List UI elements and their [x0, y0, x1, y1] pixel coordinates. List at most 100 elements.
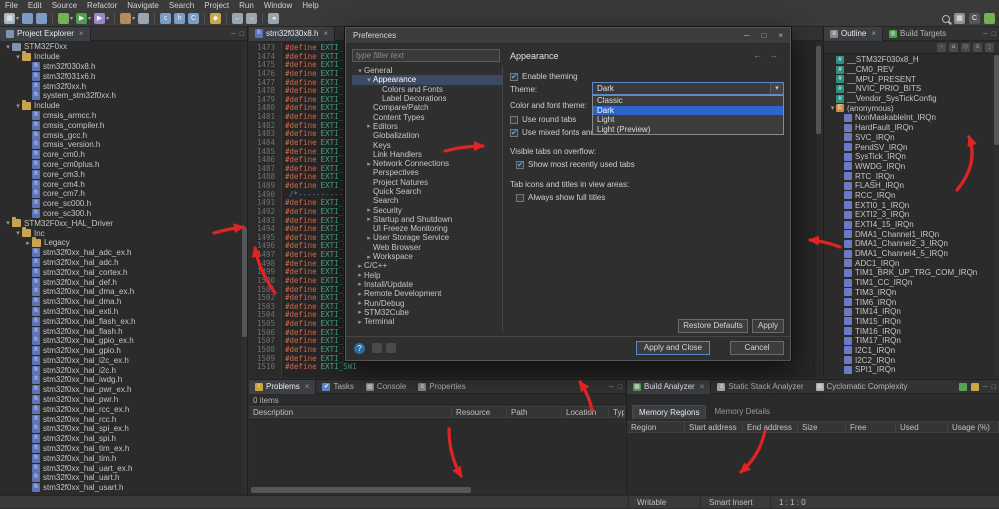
outline-item[interactable]: TIM1_CC_IRQn [824, 278, 994, 288]
preferences-tree-item[interactable]: Perspectives [352, 168, 502, 177]
tree-item[interactable]: core_cm3.h [0, 169, 242, 179]
tree-item[interactable]: stm32f0xx_hal_i2c_ex.h [0, 355, 242, 366]
import-icon[interactable] [386, 343, 396, 353]
tree-item[interactable]: STM32F0xx_HAL_Driver [0, 217, 242, 228]
separator[interactable] [262, 13, 264, 24]
scrollbar-thumb[interactable] [251, 487, 471, 493]
scrollbar-thumb[interactable] [242, 227, 247, 337]
tree-item[interactable]: stm32f0xx_hal_uart.h [0, 473, 242, 483]
outline-item[interactable]: EXTI2_3_IRQn [824, 210, 994, 220]
outline-item[interactable]: __Vendor_SysTickConfig [824, 94, 994, 104]
close-icon[interactable]: × [778, 31, 783, 40]
preferences-tree-item[interactable]: Appearance [352, 75, 502, 85]
tree-item[interactable]: stm32f0xx_hal_cortex.h [0, 267, 242, 277]
next-edit-icon[interactable]: → [246, 13, 258, 24]
outline-item[interactable]: HardFault_IRQn [824, 123, 994, 133]
export-icon[interactable] [372, 343, 382, 353]
tree-item[interactable]: STM32F0xx [0, 42, 242, 52]
scrollbar-thumb[interactable] [816, 46, 821, 134]
forward-icon[interactable]: → [769, 50, 778, 60]
tree-item[interactable]: core_cm4.h [0, 179, 242, 189]
preferences-tree-item[interactable]: User Storage Service [352, 233, 502, 242]
column-header[interactable]: Free [846, 422, 896, 432]
outline-item[interactable]: TIM17_IRQn [824, 336, 994, 346]
tree-item[interactable]: core_cm7.h [0, 189, 242, 199]
tab-tasks[interactable]: ✔ Tasks [316, 380, 359, 394]
menu-item[interactable]: Source [47, 0, 82, 11]
tree-item[interactable]: stm32f0xx_hal_rcc_ex.h [0, 404, 242, 414]
chevron-down-icon[interactable]: ▾ [70, 15, 73, 22]
tree-item[interactable]: cmsis_compiler.h [0, 120, 242, 130]
tree-item[interactable]: Legacy [0, 236, 242, 248]
close-icon[interactable]: × [323, 29, 328, 38]
tree-item[interactable]: stm32f0xx_hal_exti.h [0, 306, 242, 317]
tree-item[interactable]: stm32f0xx_hal_def.h [0, 277, 242, 287]
chevron-down-icon[interactable]: ▾ [88, 15, 91, 22]
debug-icon[interactable]: ▾ [58, 13, 73, 24]
code-line[interactable]: 1510 #define EXTI_SWI [249, 363, 814, 372]
menu-item[interactable]: Refactor [82, 0, 122, 11]
tree-item[interactable]: stm32f030x8.h [0, 61, 242, 72]
menu-item[interactable]: File [0, 0, 23, 11]
maximize-icon[interactable]: □ [992, 31, 996, 38]
tree-item[interactable]: stm32f0xx_hal_pwr_ex.h [0, 385, 242, 395]
preferences-tree-item[interactable]: Quick Search [352, 187, 502, 196]
preferences-tree-item[interactable]: Startup and Shutdown [352, 215, 502, 224]
preferences-tree-item[interactable]: UI Freeze Monitoring [352, 224, 502, 233]
tree-item[interactable]: stm32f0xx_hal_pwr.h [0, 395, 242, 405]
outline-item[interactable]: FLASH_IRQn [824, 181, 994, 191]
new-wizard-icon[interactable]: ▦ ▾ [4, 13, 19, 24]
restore-defaults-button[interactable]: Restore Defaults [678, 319, 748, 333]
dialog-titlebar[interactable]: Preferences ─ □ × [346, 28, 790, 44]
tab-cyclomatic-complexity[interactable]: ◎ Cyclomatic Complexity [810, 380, 914, 394]
tree-item[interactable]: cmsis_version.h [0, 140, 242, 150]
tree-item[interactable]: stm32f0xx_hal_i2c.h [0, 365, 242, 375]
outline-item[interactable]: SysTick_IRQn [824, 152, 994, 162]
preferences-tree-item[interactable]: Keys [352, 140, 502, 150]
menu-item[interactable]: Edit [23, 0, 47, 11]
column-header[interactable]: Type [609, 407, 625, 417]
save-all-icon[interactable] [36, 13, 48, 24]
preferences-tree-item[interactable]: Label Decorations [352, 94, 502, 103]
column-header[interactable]: Used [896, 422, 948, 432]
back-icon[interactable]: ← [753, 50, 762, 60]
tree-item[interactable]: stm32f0xx_hal_gpio.h [0, 346, 242, 356]
open-perspective-icon[interactable]: ▦ [954, 13, 965, 24]
help-icon[interactable]: ? [354, 343, 365, 354]
preferences-tree-item[interactable]: Remote Development [352, 289, 502, 298]
preferences-tree-item[interactable]: Editors [352, 122, 502, 131]
scrollbar[interactable] [242, 42, 247, 495]
outline-item[interactable]: I2C1_IRQn [824, 346, 994, 356]
tree-item[interactable]: stm32f0xx_hal_spi.h [0, 434, 242, 444]
pin-icon[interactable] [970, 383, 979, 391]
theme-select[interactable]: Dark ▾ [592, 82, 784, 95]
apply-and-close-button[interactable]: Apply and Close [636, 341, 710, 355]
outline-item[interactable]: PendSV_IRQn [824, 142, 994, 152]
outline-item[interactable]: __STM32F030x8_H [824, 55, 994, 65]
tree-item[interactable]: stm32f031x6.h [0, 71, 242, 81]
minimize-icon[interactable]: ─ [231, 31, 236, 38]
chevron-down-icon[interactable]: ▾ [16, 15, 19, 22]
column-header[interactable]: Description [249, 407, 452, 417]
preferences-tree-item[interactable]: STM32Cube [352, 308, 502, 317]
new-class-icon[interactable]: C [188, 13, 200, 24]
tree-item[interactable]: stm32f0xx_hal_dma.h [0, 297, 242, 307]
outline-item[interactable]: SVC_IRQn [824, 133, 994, 143]
preferences-tree-item[interactable]: Compare/Patch [352, 103, 502, 112]
tree-item[interactable]: Include [0, 99, 242, 111]
build-all-icon[interactable] [138, 13, 150, 24]
outline-item[interactable]: TIM16_IRQn [824, 326, 994, 336]
tab-outline[interactable]: ≡ Outline × [824, 26, 884, 41]
outline-item[interactable]: TIM3_IRQn [824, 288, 994, 298]
refresh-icon[interactable] [958, 383, 967, 391]
save-icon[interactable] [22, 13, 34, 24]
checkbox-mixed-fonts[interactable] [510, 128, 518, 137]
outline-item[interactable]: SPI1_IRQn [824, 365, 994, 375]
preferences-tree-item[interactable]: Terminal [352, 317, 502, 326]
tree-item[interactable]: Inc [0, 227, 242, 238]
outline-item[interactable]: DMA1_Channel4_5_IRQn [824, 249, 994, 259]
preferences-tree-item[interactable]: Link Handlers [352, 150, 502, 159]
expand-arrow-icon[interactable] [14, 102, 22, 110]
dropdown-option[interactable]: Dark [593, 105, 783, 115]
minimize-icon[interactable]: ─ [983, 31, 988, 38]
